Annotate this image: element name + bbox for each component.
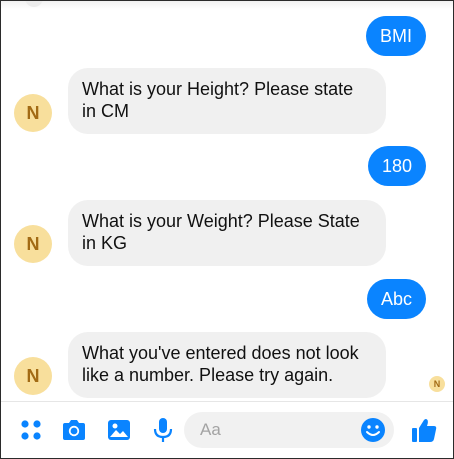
avatar-initial: N	[26, 366, 40, 386]
thumbs-up-icon[interactable]	[410, 416, 438, 444]
bot-avatar[interactable]: N	[14, 94, 52, 132]
emoji-icon[interactable]	[360, 417, 386, 443]
top-fade	[1, 1, 453, 9]
gallery-icon[interactable]	[105, 416, 133, 444]
bot-avatar[interactable]: N	[14, 225, 52, 263]
camera-icon[interactable]	[60, 416, 88, 444]
input-placeholder: Aa	[200, 420, 221, 439]
avatar-initial: N	[26, 234, 40, 254]
outgoing-message[interactable]: BMI	[365, 16, 426, 56]
more-apps-icon[interactable]	[17, 416, 45, 444]
microphone-icon[interactable]	[149, 416, 177, 444]
chat-window: BMI N What is your Height? Please state …	[0, 0, 454, 459]
avatar-initial: N	[26, 103, 40, 123]
incoming-message[interactable]: What is your Weight? Please State in KG	[68, 200, 386, 266]
message-input[interactable]: Aa	[184, 412, 394, 448]
outgoing-message[interactable]: Abc	[366, 279, 426, 319]
incoming-message[interactable]: What you've entered does not look like a…	[68, 332, 386, 398]
outgoing-message[interactable]: 180	[367, 146, 426, 186]
bot-avatar[interactable]: N	[14, 357, 52, 395]
incoming-message[interactable]: What is your Height? Please state in CM	[68, 68, 386, 134]
seen-indicator-avatar: N	[429, 376, 445, 392]
composer-bar: Aa	[1, 401, 453, 458]
